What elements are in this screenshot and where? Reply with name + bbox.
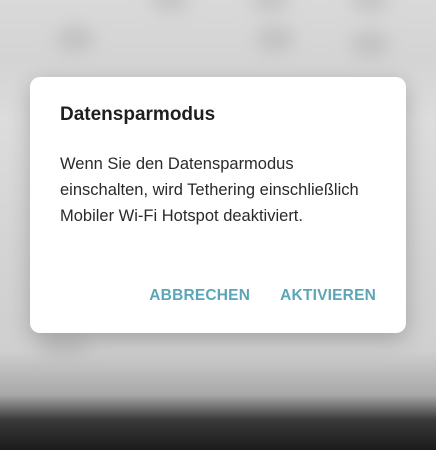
blurred-shape bbox=[350, 0, 390, 12]
dialog-actions: ABBRECHEN AKTIVIEREN bbox=[149, 287, 376, 305]
dialog-message: Wenn Sie den Datensparmodus einschalten,… bbox=[60, 155, 359, 225]
cancel-button[interactable]: ABBRECHEN bbox=[149, 287, 250, 305]
blurred-shape bbox=[250, 0, 290, 12]
data-saver-dialog: Datensparmodus Wenn Sie den Datensparmod… bbox=[30, 77, 406, 333]
blurred-shape bbox=[350, 30, 390, 58]
blurred-shape bbox=[40, 335, 90, 361]
blurred-shape bbox=[55, 25, 95, 53]
blurred-shape bbox=[255, 25, 295, 53]
activate-button[interactable]: AKTIVIEREN bbox=[280, 287, 376, 305]
blurred-shape bbox=[150, 0, 190, 12]
dialog-title: Datensparmodus bbox=[60, 104, 216, 125]
